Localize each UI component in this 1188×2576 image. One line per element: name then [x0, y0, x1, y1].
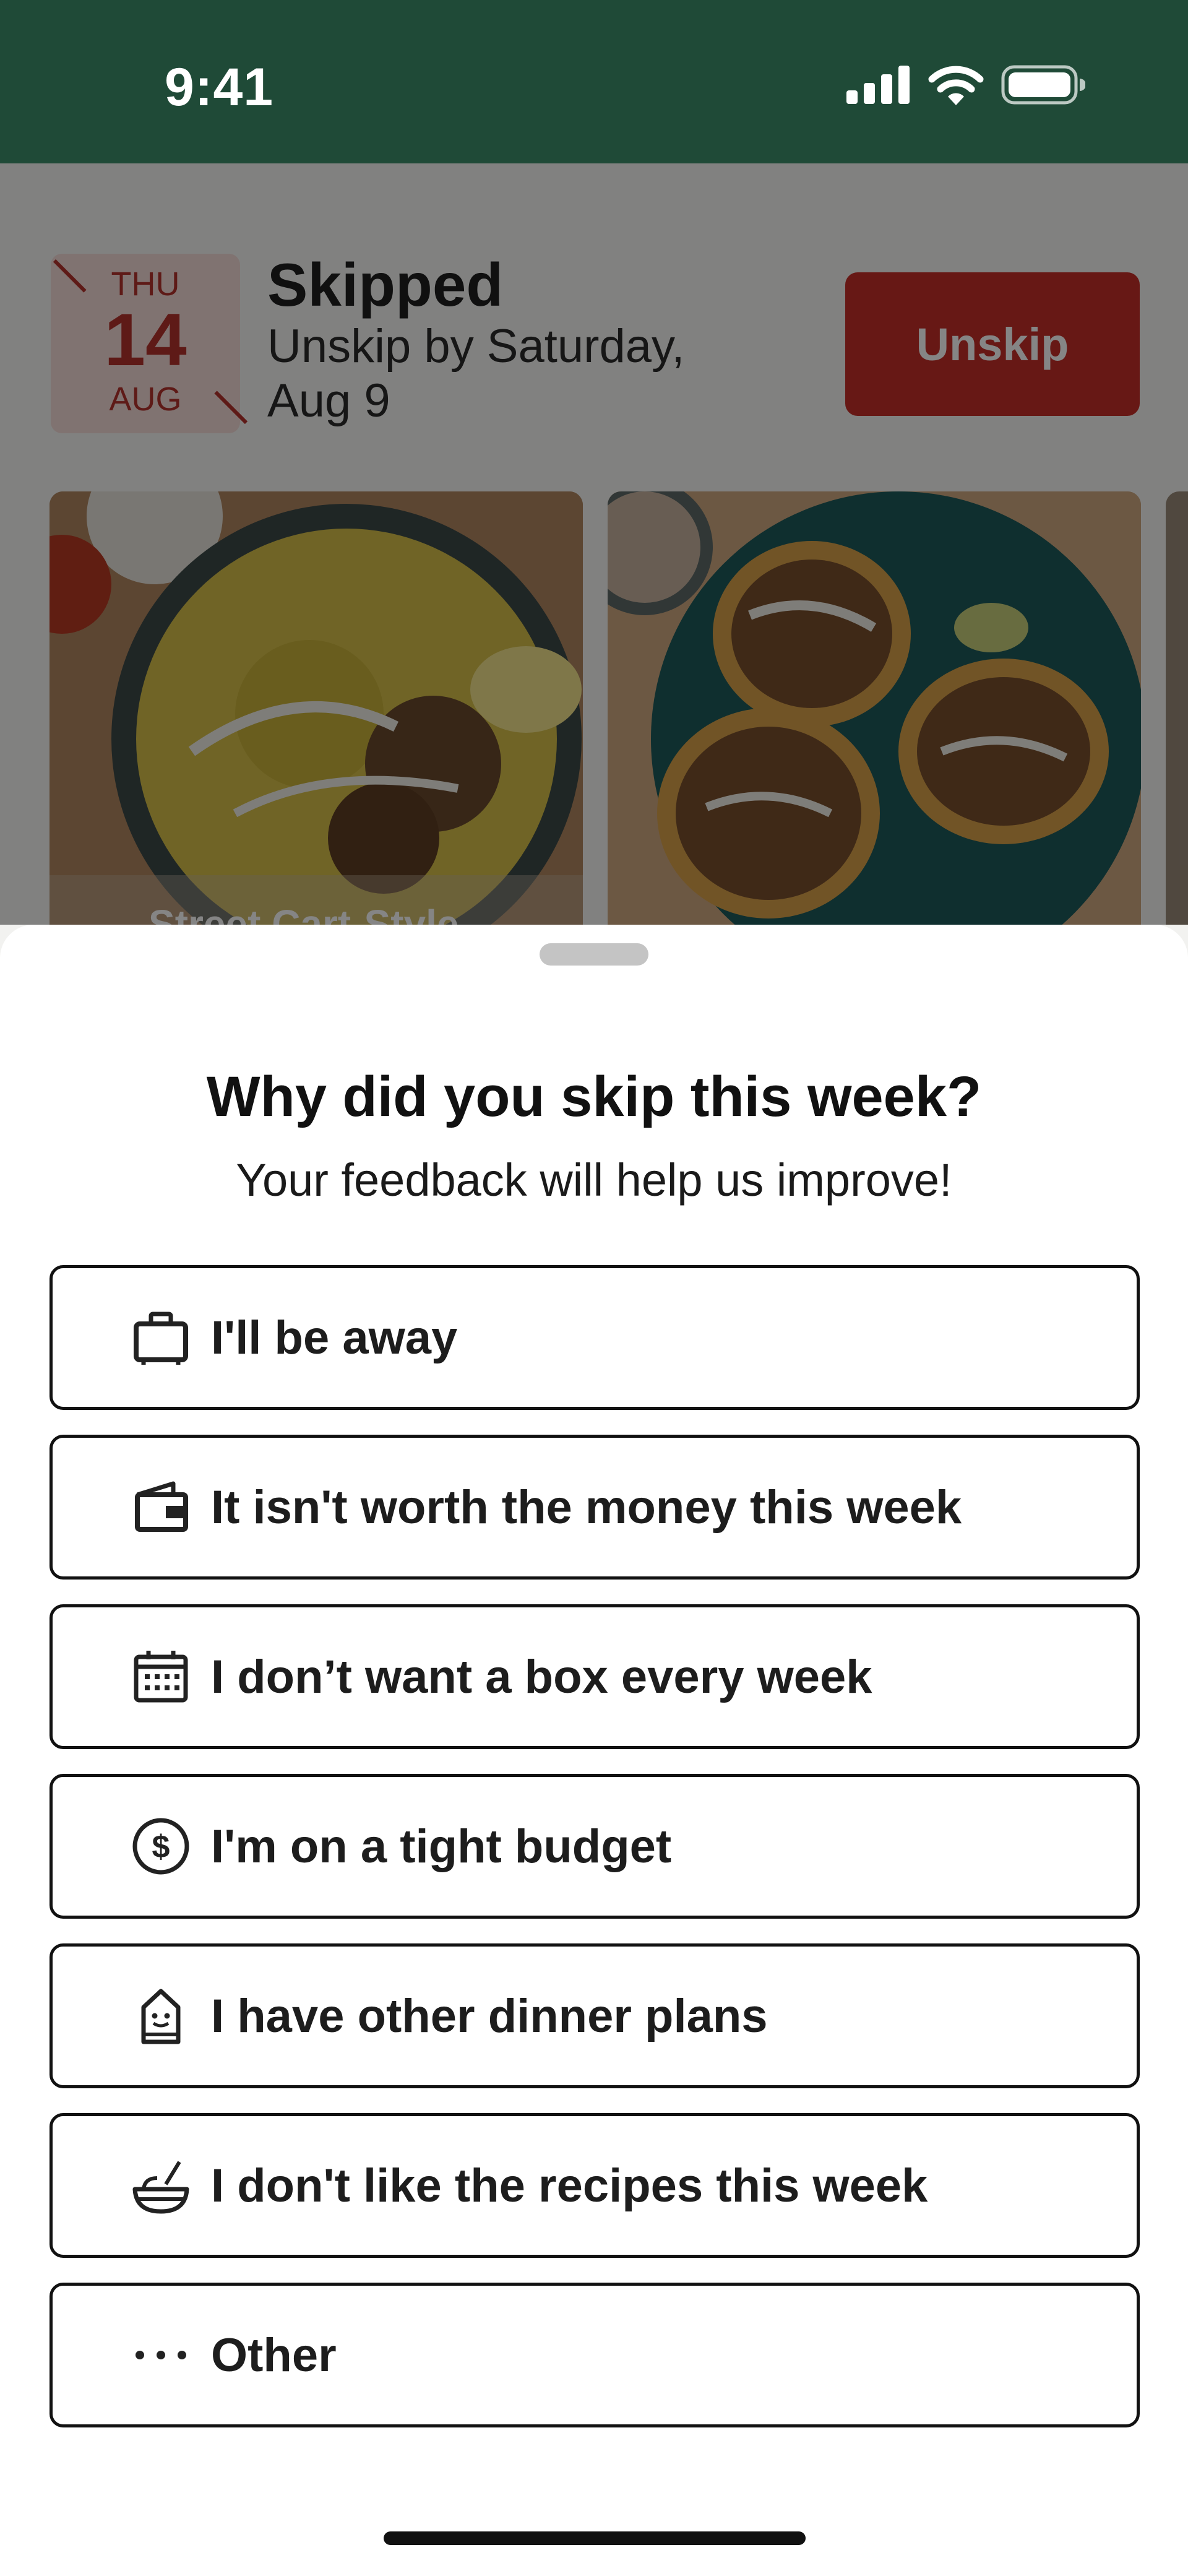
skip-reason-label: I'm on a tight budget — [211, 1820, 672, 1873]
skip-reason-label: Other — [211, 2328, 337, 2382]
skip-reason-tight-budget[interactable]: $ I'm on a tight budget — [50, 1774, 1140, 1919]
skip-reason-recipes[interactable]: I don't like the recipes this week — [50, 2113, 1140, 2258]
modal-dim-overlay[interactable] — [0, 163, 1188, 925]
suitcase-icon — [127, 1303, 195, 1372]
home-indicator[interactable] — [384, 2531, 806, 2545]
skip-reason-label: I'll be away — [211, 1311, 458, 1364]
battery-icon — [1001, 65, 1086, 108]
skip-reason-other-plans[interactable]: I have other dinner plans — [50, 1943, 1140, 2088]
skip-reason-away[interactable]: I'll be away — [50, 1265, 1140, 1410]
sheet-subtitle: Your feedback will help us improve! — [236, 1154, 952, 1206]
calendar-icon — [127, 1643, 195, 1711]
skip-feedback-sheet: Why did you skip this week? Your feedbac… — [0, 925, 1188, 2576]
skip-reason-not-every-week[interactable]: I don’t want a box every week — [50, 1604, 1140, 1749]
dollar-coin-icon: $ — [127, 1812, 195, 1880]
cellular-signal-icon — [846, 66, 911, 107]
skip-reason-not-worth-money[interactable]: It isn't worth the money this week — [50, 1435, 1140, 1580]
skip-reason-label: I don’t want a box every week — [211, 1650, 872, 1703]
skip-reason-label: It isn't worth the money this week — [211, 1480, 962, 1534]
status-time: 9:41 — [165, 58, 274, 117]
wifi-icon — [928, 64, 984, 108]
skip-reason-list: I'll be away It isn't worth the money th… — [50, 1265, 1140, 2452]
sheet-grabber-handle[interactable] — [540, 943, 648, 966]
sheet-title: Why did you skip this week? — [206, 1065, 982, 1128]
status-icons — [846, 64, 1086, 108]
chef-icon — [127, 1982, 195, 2050]
ellipsis-icon — [127, 2321, 195, 2389]
skip-reason-label: I have other dinner plans — [211, 1989, 768, 2042]
status-bar: 9:41 — [0, 0, 1188, 163]
bowl-icon — [127, 2151, 195, 2219]
skip-reason-label: I don't like the recipes this week — [211, 2159, 928, 2212]
wallet-icon — [127, 1473, 195, 1541]
skip-reason-other[interactable]: Other — [50, 2283, 1140, 2427]
svg-text:$: $ — [152, 1829, 170, 1865]
